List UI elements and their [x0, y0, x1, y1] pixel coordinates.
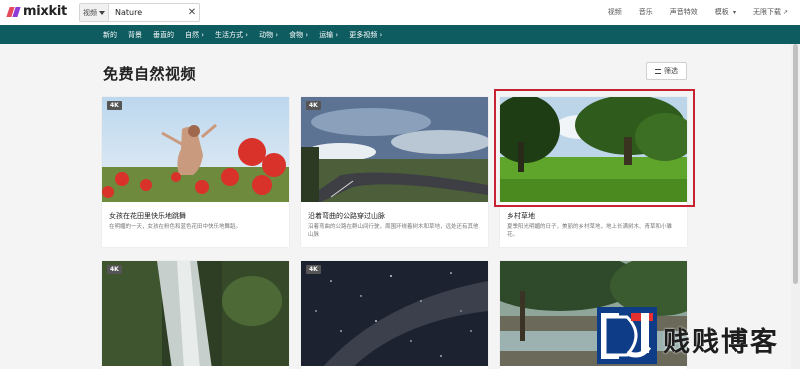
nav-templates-label: 模板 [714, 8, 729, 16]
filter-button[interactable]: 筛选 [646, 62, 687, 80]
filter-icon [655, 68, 661, 74]
badge-4k: 4K [107, 101, 122, 110]
top-nav: 视频 音乐 声音特效 模板 ▾ 无限下载 ↗ [608, 7, 788, 17]
search-input[interactable]: Nature [109, 8, 185, 17]
nav-video[interactable]: 视频 [608, 7, 622, 17]
badge-4k: 4K [306, 101, 321, 110]
watermark-logo-icon [597, 307, 657, 364]
chevron-right-icon: › [201, 30, 205, 39]
video-title[interactable]: 乡村草地 [507, 211, 535, 221]
category-background[interactable]: 背景 [128, 30, 142, 40]
search-box: 视频 Nature ✕ [79, 3, 200, 22]
badge-4k: 4K [107, 265, 122, 274]
video-description: 沿着弯曲的公路在群山间行驶，周围环绕着树木和草地，远处还有其他山脉 [308, 224, 479, 238]
video-thumbnail[interactable]: 4K [301, 261, 488, 366]
chevron-right-icon: › [335, 30, 339, 39]
chevron-right-icon: › [305, 30, 309, 39]
category-animals[interactable]: 动物 › [259, 30, 278, 40]
page-title: 免费自然视频 [103, 65, 197, 83]
category-transport[interactable]: 运输 › [319, 30, 338, 40]
video-title[interactable]: 女孩在花田里快乐地跳舞 [109, 211, 186, 221]
watermark-text: 贱贱博客 [663, 327, 779, 358]
thumbnail-image [301, 261, 488, 366]
chevron-right-icon: › [379, 30, 383, 39]
category-animals-label: 动物 [259, 30, 274, 39]
top-header: mixkit 视频 Nature ✕ 视频 音乐 声音特效 模板 ▾ 无限下载 ↗ [0, 0, 800, 25]
category-more-label: 更多视频 [349, 30, 378, 39]
selection-highlight [494, 89, 695, 207]
category-food[interactable]: 食物 › [289, 30, 308, 40]
video-thumbnail[interactable]: 4K [102, 261, 289, 366]
category-nature[interactable]: 自然 › [185, 30, 204, 40]
chevron-right-icon: › [275, 30, 279, 39]
watermark: 贱贱博客 [597, 307, 793, 364]
video-card[interactable]: 4K [301, 261, 488, 369]
category-vertical[interactable]: 垂直的 [153, 30, 174, 40]
video-thumbnail[interactable]: 4K [102, 97, 289, 202]
chevron-down-icon: ▾ [732, 9, 736, 16]
chevron-down-icon [99, 10, 105, 15]
thumbnail-image [102, 97, 289, 202]
nav-unlimited-label: 无限下载 [752, 8, 781, 16]
chevron-right-icon: › [245, 30, 249, 39]
video-title[interactable]: 沿着弯曲的公路穿过山脉 [308, 211, 385, 221]
category-lifestyle[interactable]: 生活方式 › [215, 30, 248, 40]
nav-sound-effects[interactable]: 声音特效 [670, 7, 698, 17]
video-description: 夏季阳光明媚的日子，美丽的乡村草地，地上长满树木、青草和小雏花。 [507, 224, 673, 238]
external-link-icon: ↗ [782, 9, 788, 16]
video-card[interactable]: 4K 女孩在花田里快乐地跳舞 在明媚的一天，女孩在粉色和蓝色花田中快乐地舞蹈。 [102, 97, 289, 247]
category-lifestyle-label: 生活方式 [215, 30, 244, 39]
filter-label: 筛选 [664, 67, 678, 75]
nav-music[interactable]: 音乐 [639, 7, 653, 17]
search-type-label: 视频 [83, 8, 97, 17]
category-nature-label: 自然 [185, 30, 199, 39]
category-bar: 新的 背景 垂直的 自然 › 生活方式 › 动物 › 食物 › 运输 › 更多视… [0, 25, 800, 44]
search-type-select[interactable]: 视频 [80, 4, 109, 21]
category-food-label: 食物 [289, 30, 304, 39]
logo-text: mixkit [23, 4, 67, 19]
video-description: 在明媚的一天，女孩在粉色和蓝色花田中快乐地舞蹈。 [109, 224, 242, 230]
thumbnail-image [102, 261, 289, 366]
nav-unlimited-download[interactable]: 无限下载 ↗ [753, 7, 788, 17]
badge-4k: 4K [306, 265, 321, 274]
video-card[interactable]: 4K [102, 261, 289, 369]
logo[interactable]: mixkit [6, 4, 67, 19]
logo-mark-icon [6, 6, 21, 17]
close-icon[interactable]: ✕ [185, 7, 199, 18]
category-more-videos[interactable]: 更多视频 › [349, 30, 382, 40]
category-transport-label: 运输 [319, 30, 334, 39]
scrollbar-thumb[interactable] [793, 44, 798, 284]
category-new[interactable]: 新的 [103, 30, 117, 40]
nav-templates[interactable]: 模板 ▾ [715, 7, 736, 17]
thumbnail-image [301, 97, 488, 202]
video-thumbnail[interactable]: 4K [301, 97, 488, 202]
video-card[interactable]: 4K 沿着弯曲的公路穿过山脉 沿着弯曲的公路在群山间行驶，周围环绕着树木和草地，… [301, 97, 488, 247]
